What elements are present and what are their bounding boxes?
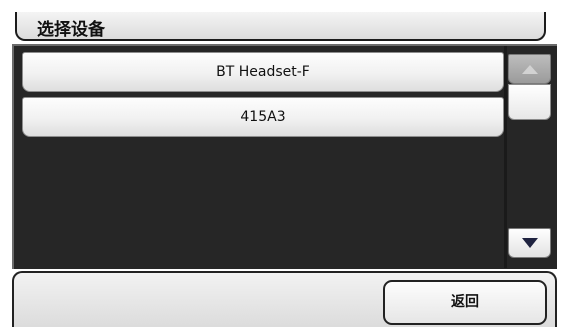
triangle-up-icon (521, 64, 538, 74)
title-bar: 选择设备 (15, 12, 546, 41)
device-item-bt-headset[interactable]: BT Headset-F (22, 52, 504, 92)
page-title: 选择设备 (37, 20, 105, 40)
triangle-down-icon (521, 238, 538, 248)
bottom-bar: 返回 (12, 271, 557, 327)
scroll-up-button[interactable] (508, 54, 551, 84)
device-list-panel: BT Headset-F 415A3 (12, 44, 557, 269)
scrollbar-track (504, 46, 507, 268)
back-button[interactable]: 返回 (383, 280, 547, 325)
scroll-down-button[interactable] (508, 228, 551, 258)
device-item-415a3[interactable]: 415A3 (22, 97, 504, 137)
scrollbar-thumb[interactable] (508, 84, 551, 120)
